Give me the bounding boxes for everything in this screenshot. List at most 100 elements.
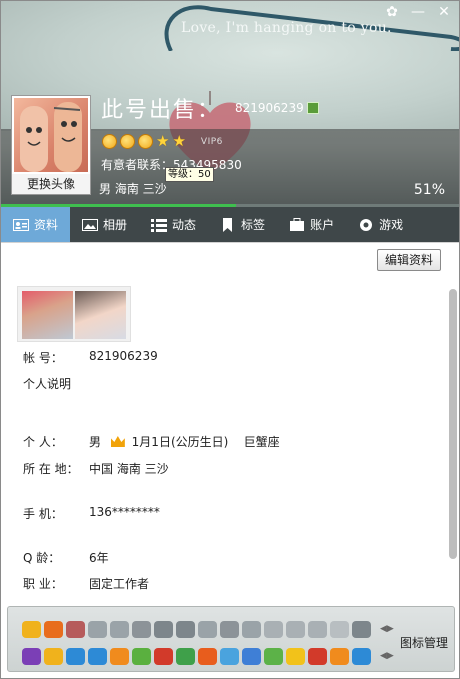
sun-level-icon: [120, 134, 135, 149]
nickname: 此号出售：: [101, 98, 222, 123]
tab-feed[interactable]: 动态: [139, 207, 208, 242]
game-icon: [358, 218, 374, 232]
basic-info: 男 海南 三沙: [99, 182, 167, 196]
diamond-icon[interactable]: [308, 621, 327, 638]
penguin-service-icon[interactable]: [220, 621, 239, 638]
tab-tags[interactable]: 标签: [208, 207, 277, 242]
tab-games[interactable]: 游戏: [346, 207, 415, 242]
star-level-icon: ★: [156, 132, 170, 150]
vip-badge[interactable]: VIP6: [201, 137, 223, 147]
diamond-icon[interactable]: [264, 621, 283, 638]
edit-pencil-icon[interactable]: [307, 102, 319, 114]
feed-list-icon: [151, 218, 168, 232]
game-service-icon[interactable]: [132, 648, 151, 665]
tab-label: 相册: [103, 218, 128, 232]
calendar-icon[interactable]: [286, 648, 305, 665]
phone-value: 136********: [89, 505, 160, 519]
icon-page-arrows[interactable]: ◀▶: [380, 624, 394, 634]
pet-icon[interactable]: [66, 621, 85, 638]
music-icon[interactable]: [22, 648, 41, 665]
field-label: 手 机：: [23, 507, 63, 521]
tab-album[interactable]: 相册: [70, 207, 139, 242]
star-level-icon: ★: [172, 132, 186, 150]
age-value: 6年: [89, 551, 109, 565]
diamond-icon[interactable]: [154, 621, 173, 638]
change-avatar-button[interactable]: 更换头像: [12, 174, 90, 194]
tab-label: 资料: [34, 218, 59, 232]
bookmark-tag-icon: [220, 217, 236, 232]
skin-icon[interactable]: ✿: [381, 3, 403, 21]
window-controls: ✿ — ✕: [381, 3, 455, 21]
avatar[interactable]: [14, 98, 88, 172]
book-service-icon[interactable]: [22, 621, 41, 638]
edit-profile-button[interactable]: 编辑资料: [377, 249, 441, 271]
tab-profile[interactable]: 资料: [1, 207, 71, 242]
qq-service-icon[interactable]: [88, 648, 107, 665]
game-service-icon[interactable]: [154, 648, 173, 665]
birthday-value: 1月1日(公历生日): [131, 435, 229, 449]
star-service-icon[interactable]: [44, 648, 63, 665]
profile-content: 编辑资料 帐 号： 821906239 个人说明 个 人： 男 1月1日(公历生…: [1, 243, 459, 601]
clover-icon[interactable]: [176, 648, 195, 665]
profile-completion-percent: 51%: [413, 182, 445, 198]
photo-thumbnail[interactable]: [22, 291, 73, 339]
level-icons[interactable]: ★ ★ VIP6: [102, 134, 223, 149]
zodiac-value: 巨蟹座: [243, 435, 280, 449]
gender-value: 男: [89, 435, 102, 449]
sun-level-icon: [102, 134, 117, 149]
tab-bar: 资料 相册 动态 标签 账户 游戏: [1, 207, 459, 242]
icon-page-arrows[interactable]: ◀▶: [380, 651, 394, 661]
weibo-icon[interactable]: [198, 648, 217, 665]
heart-badge-icon[interactable]: [352, 621, 371, 638]
house-icon[interactable]: [264, 648, 283, 665]
penguin-service-icon[interactable]: [66, 648, 85, 665]
personal-row: 个 人： 男 1月1日(公历生日) 巨蟹座: [23, 433, 280, 450]
phone-row: 手 机： 136********: [23, 505, 160, 522]
icon-row-bottom: [22, 648, 371, 665]
penguin-service-icon[interactable]: [132, 621, 151, 638]
mail-icon[interactable]: [220, 648, 239, 665]
scrollbar[interactable]: [449, 289, 457, 559]
photo-thumbnail[interactable]: [75, 291, 126, 339]
icon-manage-button[interactable]: 图标管理: [400, 634, 448, 651]
video-icon[interactable]: [308, 648, 327, 665]
job-row: 职 业： 固定工作者: [23, 575, 149, 592]
penguin-service-icon[interactable]: [242, 648, 261, 665]
tab-label: 动态: [172, 218, 197, 232]
account-value: 821906239: [89, 349, 158, 363]
game-service-icon[interactable]: [352, 648, 371, 665]
diamond-icon[interactable]: [330, 621, 349, 638]
penguin-service-icon[interactable]: [110, 621, 129, 638]
location-value: 中国 海南 三沙: [89, 462, 169, 476]
location-row: 所 在 地： 中国 海南 三沙: [23, 460, 169, 477]
level-tooltip: 等级：50: [165, 167, 214, 182]
avatar-fingers-icon: [20, 102, 82, 172]
penguin-service-icon[interactable]: [88, 621, 107, 638]
game-service-icon[interactable]: [330, 648, 349, 665]
wallet-account-icon: [289, 217, 305, 232]
sun-level-icon: [138, 134, 153, 149]
icon-bar: ◀▶ ◀▶ 图标管理: [7, 606, 455, 672]
field-label: Q 龄：: [23, 551, 61, 565]
account-row: 帐 号： 821906239: [23, 349, 158, 366]
field-label: 所 在 地：: [23, 462, 79, 476]
photo-album-icon: [82, 218, 99, 232]
tab-account[interactable]: 账户: [277, 207, 346, 242]
field-label: 帐 号：: [23, 351, 63, 365]
personal-description: 个人说明: [23, 377, 72, 391]
penguin-service-icon[interactable]: [176, 621, 195, 638]
qq-number: 821906239: [235, 101, 304, 115]
header-caption: Love, I'm hanging on to you.: [181, 20, 392, 36]
photo-strip: [17, 286, 131, 342]
close-button[interactable]: ✕: [433, 3, 455, 21]
minimize-button[interactable]: —: [407, 3, 429, 21]
diamond-icon[interactable]: [286, 621, 305, 638]
tab-label: 游戏: [379, 218, 404, 232]
penguin-service-icon[interactable]: [110, 648, 129, 665]
profile-window: Love, I'm hanging on to you. ✿ — ✕ 更换头像 …: [0, 0, 460, 679]
qzone-icon[interactable]: [44, 621, 63, 638]
penguin-service-icon[interactable]: [198, 621, 217, 638]
crown-icon: [110, 436, 125, 447]
profile-card-icon: [13, 218, 29, 232]
penguin-service-icon[interactable]: [242, 621, 261, 638]
